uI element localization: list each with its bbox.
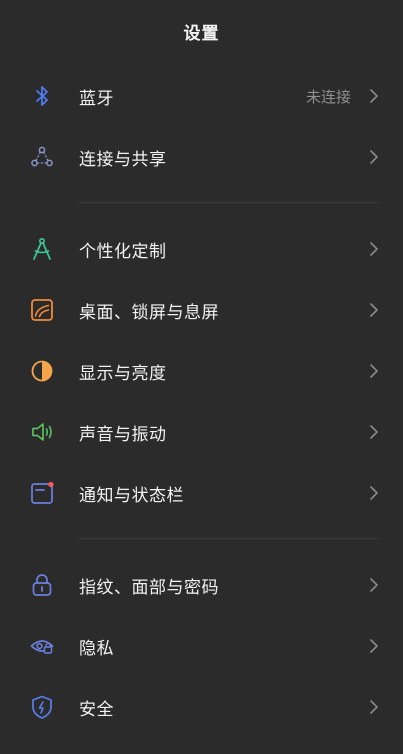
lock-icon — [29, 572, 55, 598]
privacy-eye-icon — [29, 633, 55, 659]
chevron-right-icon — [370, 700, 378, 714]
settings-item-label: 安全 — [79, 699, 114, 720]
settings-item-notification-statusbar[interactable]: 通知与状态栏 — [0, 464, 403, 522]
settings-item-label: 通知与状态栏 — [79, 485, 184, 506]
settings-item-customize[interactable]: 个性化定制 — [0, 220, 403, 278]
settings-item-sound-vibration[interactable]: 声音与振动 — [0, 403, 403, 461]
settings-item-label: 显示与亮度 — [79, 363, 167, 384]
settings-item-display-brightness[interactable]: 显示与亮度 — [0, 342, 403, 400]
chevron-right-icon — [370, 425, 378, 439]
page-title: 设置 — [183, 23, 220, 44]
chevron-right-icon — [370, 639, 378, 653]
chevron-right-icon — [370, 486, 378, 500]
chevron-right-icon — [370, 242, 378, 256]
settings-item-label: 连接与共享 — [79, 149, 167, 170]
settings-item-security[interactable]: 安全 — [0, 678, 403, 736]
wallpaper-icon — [29, 297, 55, 323]
settings-item-label: 蓝牙 — [79, 88, 114, 109]
settings-item-label: 个性化定制 — [79, 241, 167, 262]
settings-item-fingerprint-face-password[interactable]: 指纹、面部与密码 — [0, 556, 403, 614]
compass-icon — [29, 236, 55, 262]
chevron-right-icon — [370, 303, 378, 317]
section-divider — [79, 538, 378, 539]
chevron-right-icon — [370, 150, 378, 164]
settings-item-label: 指纹、面部与密码 — [79, 577, 219, 598]
settings-item-privacy[interactable]: 隐私 — [0, 617, 403, 675]
settings-item-label: 隐私 — [79, 638, 114, 659]
shield-icon — [29, 694, 55, 720]
bluetooth-status: 未连接 — [305, 87, 351, 106]
chevron-right-icon — [370, 578, 378, 592]
top-bar: 设置 — [0, 0, 403, 67]
brightness-icon — [29, 358, 55, 384]
chevron-right-icon — [370, 89, 378, 103]
settings-item-connection-share[interactable]: 连接与共享 — [0, 128, 403, 186]
section-divider — [79, 202, 378, 203]
connection-share-icon — [29, 144, 55, 170]
speaker-icon — [29, 419, 55, 445]
settings-item-desktop-lockscreen[interactable]: 桌面、锁屏与息屏 — [0, 281, 403, 339]
bluetooth-icon — [29, 83, 55, 109]
settings-item-label: 桌面、锁屏与息屏 — [79, 302, 219, 323]
notification-icon — [29, 480, 55, 506]
chevron-right-icon — [370, 364, 378, 378]
settings-item-bluetooth[interactable]: 蓝牙 未连接 — [0, 67, 403, 125]
settings-item-label: 声音与振动 — [79, 424, 167, 445]
